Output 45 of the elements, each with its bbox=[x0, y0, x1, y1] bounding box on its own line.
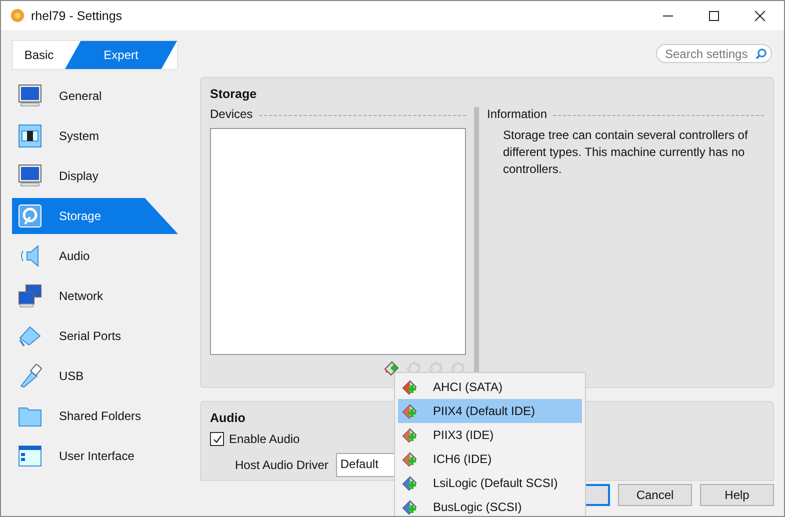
enable-audio-label: Enable Audio bbox=[229, 432, 300, 446]
cancel-button[interactable]: Cancel bbox=[618, 484, 692, 506]
menu-item[interactable]: AHCI (SATA) bbox=[398, 375, 582, 399]
monitor-icon bbox=[18, 164, 42, 188]
menu-item[interactable]: PIIX4 (Default IDE) bbox=[398, 399, 582, 423]
mode-tab[interactable]: Basic bbox=[13, 41, 65, 69]
information-label: Information bbox=[487, 107, 548, 121]
controller-add-icon bbox=[402, 427, 418, 443]
maximize-icon[interactable] bbox=[708, 10, 720, 22]
sidebar-item[interactable]: Display bbox=[12, 158, 178, 194]
close-icon[interactable] bbox=[754, 10, 766, 22]
enable-audio-checkbox[interactable] bbox=[210, 432, 224, 446]
help-button[interactable]: Help bbox=[700, 484, 774, 506]
controller-add-icon bbox=[402, 379, 418, 395]
sidebar-item[interactable]: Shared Folders bbox=[12, 398, 178, 434]
sidebar-item[interactable]: Serial Ports bbox=[12, 318, 178, 354]
controller-add-icon bbox=[402, 451, 418, 467]
controller-add-icon bbox=[402, 475, 418, 491]
host-audio-driver-label: Host Audio Driver bbox=[235, 458, 328, 472]
sidebar-item[interactable]: Storage bbox=[12, 198, 178, 234]
information-text: Storage tree can contain several controllers of different types. This machine currently has no controllers. bbox=[503, 127, 749, 178]
sidebar-item[interactable]: General bbox=[12, 78, 178, 114]
controller-add-icon bbox=[402, 403, 418, 419]
window-icon bbox=[18, 444, 42, 468]
devices-label: Devices bbox=[210, 107, 253, 121]
section-title: Audio bbox=[210, 411, 246, 425]
sidebar-item[interactable]: System bbox=[12, 118, 178, 154]
sidebar-item[interactable]: User Interface bbox=[12, 438, 178, 474]
menu-item[interactable]: PIIX3 (IDE) bbox=[398, 423, 582, 447]
section-title: Storage bbox=[210, 87, 257, 101]
monitor-icon bbox=[18, 84, 42, 108]
sidebar-item[interactable]: USB bbox=[12, 358, 178, 394]
sidebar-item[interactable]: Network bbox=[12, 278, 178, 314]
chip-icon bbox=[18, 124, 42, 148]
connector-icon bbox=[18, 324, 42, 348]
mode-tab[interactable]: Expert bbox=[65, 41, 177, 69]
sidebar-item[interactable]: Audio bbox=[12, 238, 178, 274]
controller-add-icon bbox=[402, 499, 418, 515]
network-icon bbox=[18, 284, 42, 308]
menu-item[interactable]: BusLogic (SCSI) bbox=[398, 495, 582, 516]
search-icon bbox=[755, 48, 767, 60]
window-title: rhel79 - Settings bbox=[31, 8, 122, 22]
search-field[interactable]: Search settings bbox=[656, 44, 772, 63]
usb-icon bbox=[18, 364, 42, 388]
app-icon bbox=[10, 8, 25, 23]
